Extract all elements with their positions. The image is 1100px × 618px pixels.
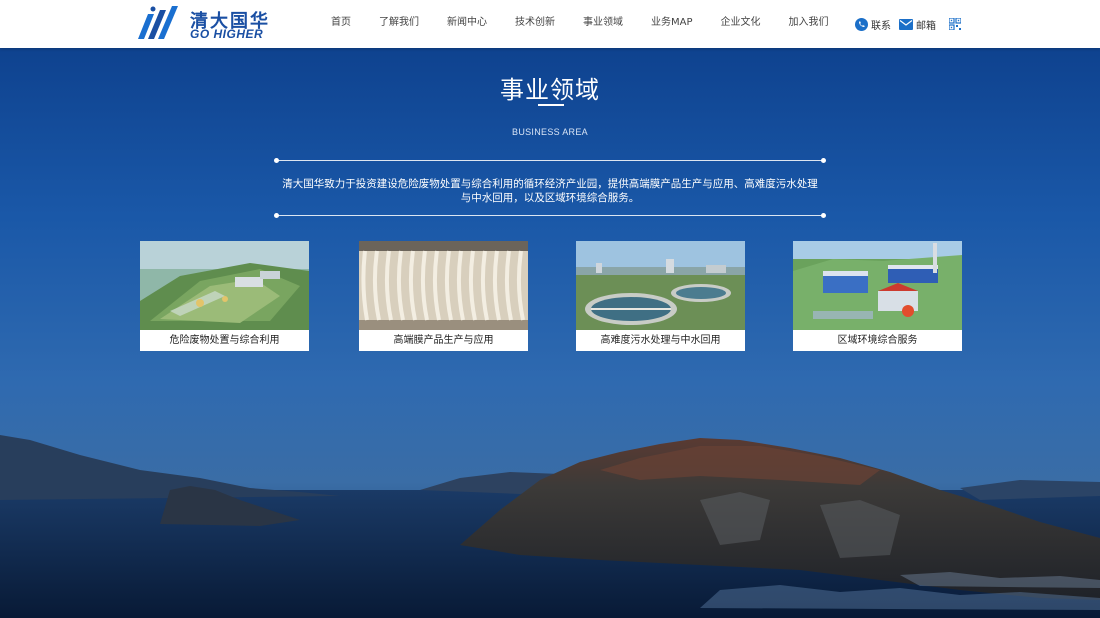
card-image-membrane bbox=[359, 241, 528, 330]
business-cards: 危险废物处置与综合利用 高端膜产品生产与应用 高难度污水处理与中水回用 区域环境… bbox=[140, 241, 962, 351]
business-card-hazardous-waste[interactable]: 危险废物处置与综合利用 bbox=[140, 241, 309, 351]
nav-item-about[interactable]: 了解我们 bbox=[379, 0, 419, 48]
card-image-wastewater-plant bbox=[576, 241, 745, 330]
divider-bottom bbox=[274, 213, 826, 218]
site-header: 清大国华 GO HIGHER 首页 了解我们 新闻中心 技术创新 事业领域 业务… bbox=[0, 0, 1100, 48]
qrcode-icon bbox=[949, 18, 961, 30]
header-tools: 联系 邮箱 bbox=[855, 14, 964, 34]
description-line-1: 清大国华致力于投资建设危险废物处置与综合利用的循环经济产业园，提供高端膜产品生产… bbox=[282, 178, 818, 190]
qrcode-button[interactable] bbox=[949, 18, 964, 30]
logo-english-name: GO HIGHER bbox=[190, 27, 264, 41]
divider-top bbox=[274, 158, 826, 163]
phone-icon bbox=[855, 17, 868, 31]
mail-icon bbox=[899, 18, 913, 30]
card-caption: 危险废物处置与综合利用 bbox=[169, 335, 280, 346]
nav-item-culture[interactable]: 企业文化 bbox=[721, 0, 761, 48]
section-subtitle: BUSINESS AREA bbox=[512, 127, 588, 137]
card-caption: 高端膜产品生产与应用 bbox=[393, 335, 494, 346]
section-title: 事业领域 bbox=[500, 76, 600, 104]
card-image-industrial-park bbox=[140, 241, 309, 330]
contact-label: 联系 bbox=[871, 20, 891, 32]
nav-item-home[interactable]: 首页 bbox=[331, 0, 351, 48]
card-image-regional-facility bbox=[793, 241, 962, 330]
card-caption: 区域环境综合服务 bbox=[837, 335, 918, 346]
nav-item-business-map[interactable]: 业务MAP bbox=[651, 0, 693, 48]
business-card-regional-services[interactable]: 区域环境综合服务 bbox=[793, 241, 962, 351]
business-card-membrane[interactable]: 高端膜产品生产与应用 bbox=[359, 241, 528, 351]
logo-mark-icon bbox=[138, 6, 178, 39]
main-nav: 首页 了解我们 新闻中心 技术创新 事业领域 业务MAP 企业文化 加入我们 bbox=[318, 0, 829, 48]
description-line-2: 与中水回用，以及区域环境综合服务。 bbox=[460, 192, 640, 204]
nav-item-technology[interactable]: 技术创新 bbox=[515, 0, 555, 48]
nav-item-news[interactable]: 新闻中心 bbox=[447, 0, 487, 48]
mail-label: 邮箱 bbox=[916, 20, 936, 32]
site-logo[interactable]: 清大国华 GO HIGHER bbox=[136, 6, 276, 42]
card-caption: 高难度污水处理与中水回用 bbox=[600, 335, 721, 346]
nav-item-join[interactable]: 加入我们 bbox=[789, 0, 829, 48]
contact-link[interactable]: 联系 bbox=[855, 17, 891, 32]
title-underline bbox=[538, 104, 564, 106]
mail-link[interactable]: 邮箱 bbox=[899, 17, 936, 32]
nav-item-business[interactable]: 事业领域 bbox=[583, 0, 623, 48]
section-description: 清大国华致力于投资建设危险废物处置与综合利用的循环经济产业园，提供高端膜产品生产… bbox=[276, 177, 824, 205]
business-card-wastewater[interactable]: 高难度污水处理与中水回用 bbox=[576, 241, 745, 351]
